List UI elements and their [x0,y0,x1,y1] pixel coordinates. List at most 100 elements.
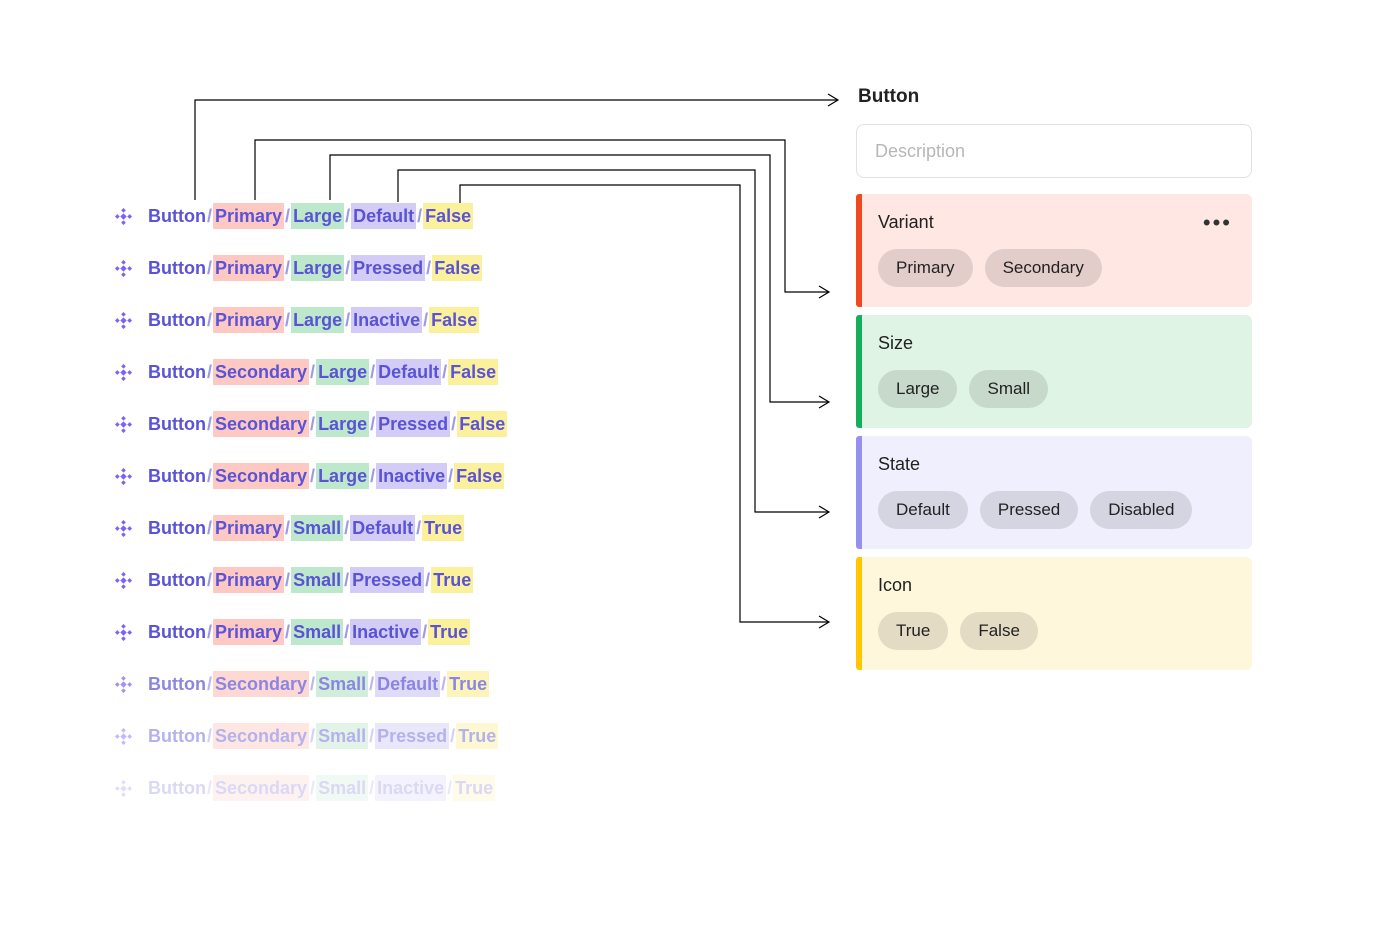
token-icon: True [431,567,473,593]
token-state: Inactive [351,307,422,333]
token-state: Pressed [351,255,425,281]
slash: / [206,206,213,226]
component-name-tokens: Button/Primary/Large/Pressed/False [148,259,482,277]
token-root: Button [148,622,206,642]
token-state: Pressed [375,723,449,749]
slash: / [206,466,213,486]
token-state: Default [375,671,440,697]
token-variant: Primary [213,255,284,281]
token-state: Pressed [350,567,424,593]
token-size: Large [316,411,369,437]
token-size: Small [316,671,368,697]
component-name-tokens: Button/Primary/Small/Default/True [148,519,464,537]
property-card-icon[interactable]: Icon True False [856,557,1252,670]
description-placeholder: Description [875,141,965,162]
component-properties-panel: Button Description Variant•••PrimarySeco… [856,86,1252,670]
description-input[interactable]: Description [856,124,1252,178]
slash: / [206,518,213,538]
slash: / [284,622,291,642]
slash: / [206,414,213,434]
component-icon [115,364,132,381]
component-name-tokens: Button/Secondary/Large/Pressed/False [148,415,507,433]
token-icon: True [422,515,464,541]
token-state: Default [351,203,416,229]
component-name-tokens: Button/Secondary/Small/Inactive/True [148,779,495,797]
component-name-row[interactable]: Button/Secondary/Large/Pressed/False [115,415,507,433]
component-name-row[interactable]: Button/Secondary/Large/Default/False [115,363,507,381]
component-icon [115,780,132,797]
token-variant: Primary [213,567,284,593]
token-icon: False [429,307,479,333]
option-pill[interactable]: Disabled [1090,491,1192,529]
slash: / [309,362,316,382]
component-name-tokens: Button/Primary/Small/Inactive/True [148,623,470,641]
option-pill[interactable]: Default [878,491,968,529]
component-name-row[interactable]: Button/Secondary/Large/Inactive/False [115,467,507,485]
more-icon[interactable]: ••• [1203,217,1232,228]
option-pill[interactable]: Primary [878,249,973,287]
slash: / [284,258,291,278]
token-icon: True [428,619,470,645]
component-name-row[interactable]: Button/Secondary/Small/Inactive/True [115,779,507,797]
property-label: Size [878,333,913,354]
token-variant: Secondary [213,411,309,437]
slash: / [284,310,291,330]
token-root: Button [148,674,206,694]
component-icon [115,676,132,693]
token-root: Button [148,258,206,278]
token-state: Inactive [350,619,421,645]
component-name-tokens: Button/Primary/Large/Default/False [148,207,473,225]
token-root: Button [148,518,206,538]
option-pill[interactable]: Secondary [985,249,1102,287]
token-state: Pressed [376,411,450,437]
token-root: Button [148,310,206,330]
component-title: Button [856,86,1252,108]
component-name-row[interactable]: Button/Primary/Small/Inactive/True [115,623,507,641]
token-size: Large [291,203,344,229]
slash: / [284,206,291,226]
component-name-row[interactable]: Button/Primary/Small/Default/True [115,519,507,537]
token-variant: Secondary [213,723,309,749]
option-pill[interactable]: Small [969,370,1048,408]
component-name-row[interactable]: Button/Primary/Large/Inactive/False [115,311,507,329]
component-name-tokens: Button/Secondary/Large/Inactive/False [148,467,504,485]
option-pill[interactable]: Pressed [980,491,1078,529]
slash: / [309,674,316,694]
token-size: Small [291,567,343,593]
option-pill[interactable]: False [960,612,1038,650]
property-card-size[interactable]: Size Large Small [856,315,1252,428]
token-size: Small [291,515,343,541]
property-card-state[interactable]: StateDefaultPressedDisabled [856,436,1252,549]
token-variant: Primary [213,203,284,229]
token-size: Large [316,359,369,385]
component-name-row[interactable]: Button/Secondary/Small/Default/True [115,675,507,693]
option-pill[interactable]: Large [878,370,957,408]
component-icon [115,728,132,745]
component-name-row[interactable]: Button/Secondary/Small/Pressed/True [115,727,507,745]
token-variant: Primary [213,307,284,333]
token-icon: True [447,671,489,697]
token-root: Button [148,570,206,590]
component-name-tokens: Button/Secondary/Small/Pressed/True [148,727,498,745]
component-name-row[interactable]: Button/Primary/Large/Default/False [115,207,507,225]
property-label: Icon [878,575,912,596]
slash: / [206,622,213,642]
token-root: Button [148,362,206,382]
slash: / [206,310,213,330]
component-name-row[interactable]: Button/Primary/Large/Pressed/False [115,259,507,277]
slash: / [206,726,213,746]
component-icon [115,260,132,277]
component-name-row[interactable]: Button/Primary/Small/Pressed/True [115,571,507,589]
token-icon: False [457,411,507,437]
token-root: Button [148,414,206,434]
token-size: Small [291,619,343,645]
property-options: Default Pressed Disabled [878,491,1234,529]
token-variant: Secondary [213,775,309,801]
token-root: Button [148,778,206,798]
slash: / [284,518,291,538]
token-root: Button [148,206,206,226]
property-card-variant[interactable]: Variant•••PrimarySecondary [856,194,1252,307]
option-pill[interactable]: True [878,612,948,650]
property-options: Large Small [878,370,1234,408]
component-icon [115,416,132,433]
